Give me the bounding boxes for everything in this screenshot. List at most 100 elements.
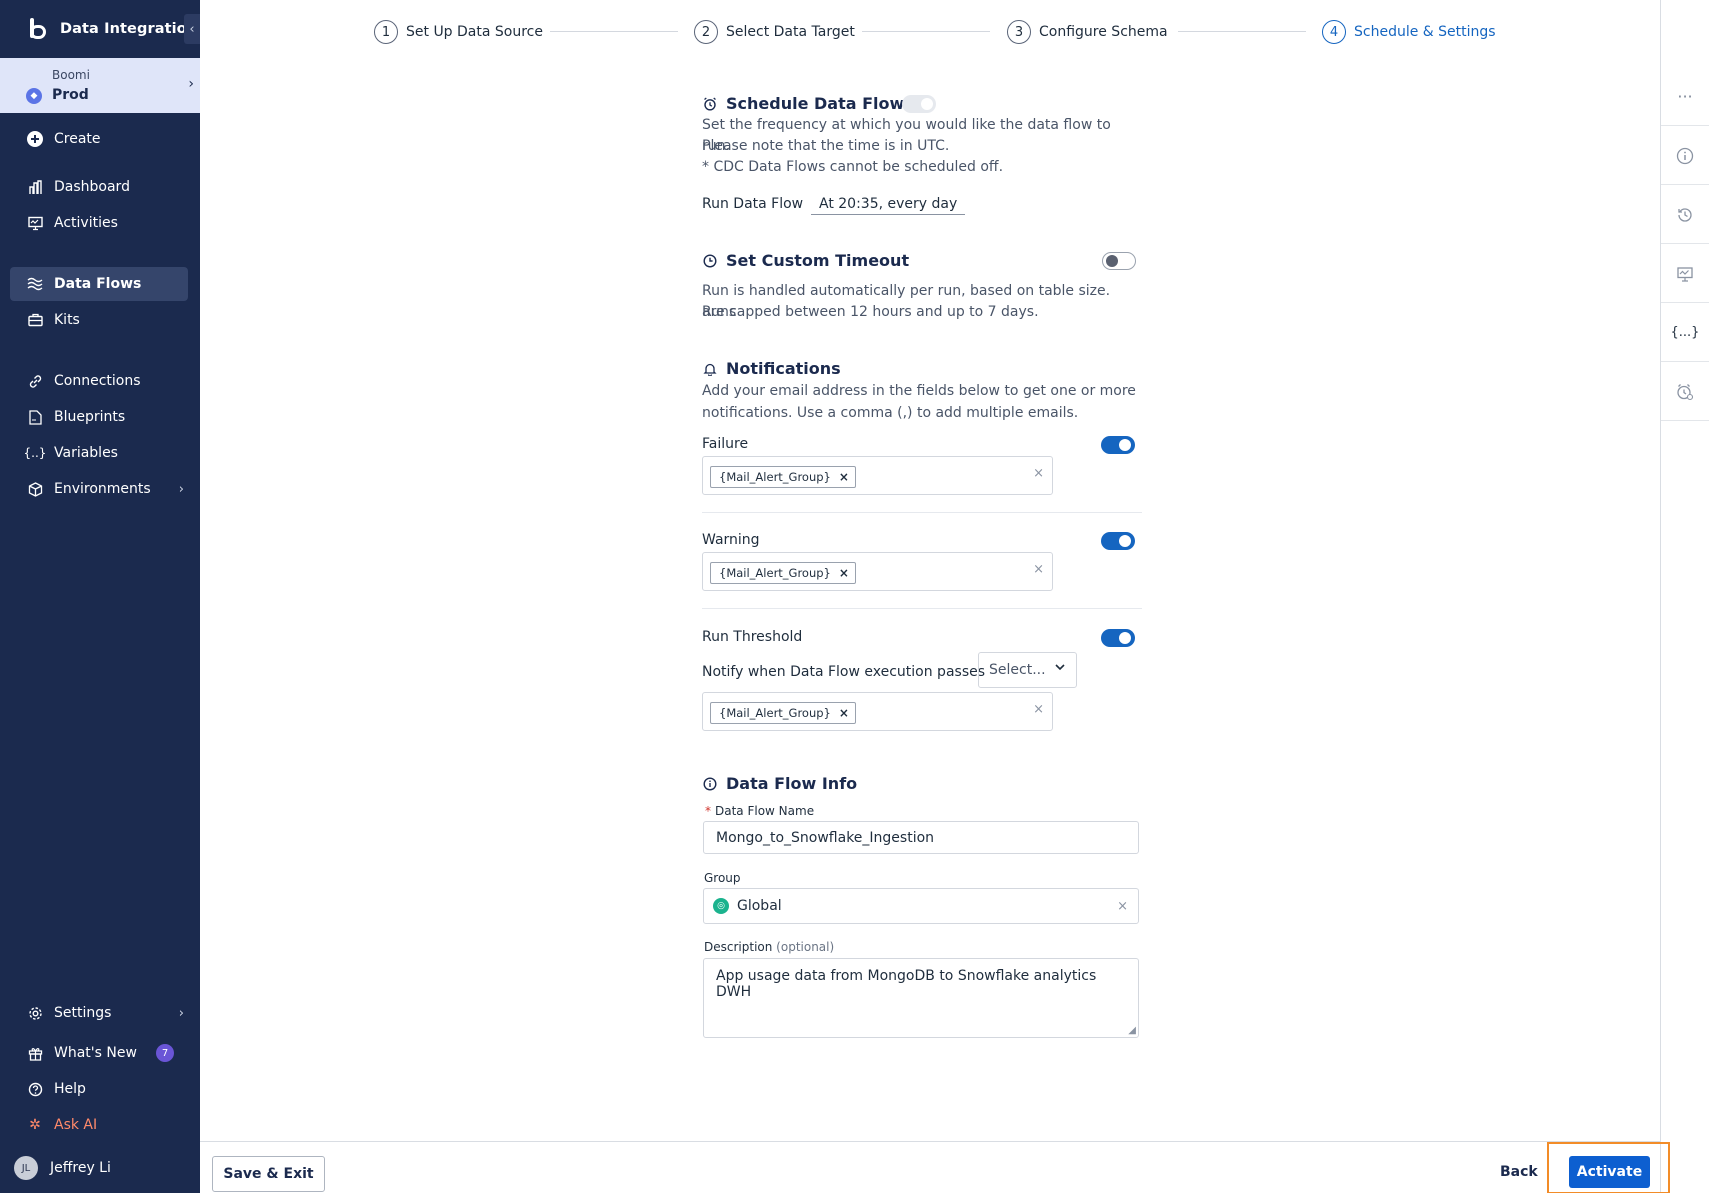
failure-email-input[interactable]: {Mail_Alert_Group} × ×	[702, 456, 1053, 495]
sidebar-item-environments[interactable]: Environments ›	[10, 472, 188, 506]
monitor-icon	[26, 214, 44, 232]
avatar: JL	[14, 1156, 38, 1180]
back-button[interactable]: Back	[1500, 1164, 1538, 1180]
sidebar-item-connections[interactable]: Connections	[10, 364, 188, 398]
user-profile[interactable]: JL Jeffrey Li	[14, 1156, 111, 1180]
step-select-data-target[interactable]: 2 Select Data Target	[694, 20, 855, 44]
divider	[702, 608, 1142, 609]
remove-chip-icon[interactable]: ×	[839, 470, 849, 484]
sidebar-item-activities[interactable]: Activities	[10, 206, 188, 240]
clear-icon[interactable]: ×	[1033, 466, 1044, 481]
clear-icon[interactable]: ×	[1117, 899, 1128, 914]
waves-icon	[26, 275, 44, 293]
threshold-select-value: Select...	[989, 662, 1046, 678]
notifications-desc-1: Add your email address in the fields bel…	[702, 383, 1136, 399]
sidebar-item-ask-ai[interactable]: ✲ Ask AI	[10, 1108, 188, 1142]
step-set-up-data-source[interactable]: 1 Set Up Data Source	[374, 20, 543, 44]
sidebar-item-kits[interactable]: Kits	[10, 303, 188, 337]
save-exit-button[interactable]: Save & Exit	[212, 1156, 325, 1192]
sidebar-item-label: Variables	[54, 445, 118, 461]
data-flow-name-label: * Data Flow Name	[705, 804, 815, 818]
notifications-desc-2: notifications. Use a comma (,) to add mu…	[702, 405, 1079, 421]
sidebar-item-label: Connections	[54, 373, 141, 389]
clear-icon[interactable]: ×	[1033, 702, 1044, 717]
warning-label: Warning	[702, 532, 760, 548]
step-number: 3	[1007, 20, 1031, 44]
create-button[interactable]: Create	[10, 122, 188, 156]
remove-chip-icon[interactable]: ×	[839, 566, 849, 580]
environment-switcher[interactable]: Boomi ◆ Prod ›	[0, 58, 200, 113]
document-icon	[26, 408, 44, 426]
chart-bar-icon	[26, 178, 44, 196]
description-textarea[interactable]: App usage data from MongoDB to Snowflake…	[703, 958, 1139, 1038]
help-icon	[26, 1080, 44, 1098]
sidebar-item-dashboard[interactable]: Dashboard	[10, 170, 188, 204]
activate-button[interactable]: Activate	[1569, 1156, 1650, 1188]
clock-icon	[702, 253, 718, 269]
create-label: Create	[54, 131, 101, 147]
custom-timeout-toggle[interactable]	[1102, 252, 1136, 270]
sidebar-item-label: Ask AI	[54, 1117, 98, 1133]
collapse-sidebar-button[interactable]: ‹	[184, 14, 200, 44]
monitor-icon[interactable]	[1661, 245, 1709, 303]
run-schedule-field[interactable]: At 20:35, every day	[811, 196, 966, 215]
data-flow-name-input[interactable]: Mongo_to_Snowflake_Ingestion	[703, 821, 1139, 854]
threshold-email-input[interactable]: {Mail_Alert_Group} × ×	[702, 692, 1053, 731]
sidebar-item-variables[interactable]: {..} Variables	[10, 436, 188, 470]
info-icon[interactable]	[1661, 127, 1709, 185]
schedule-desc-3: * CDC Data Flows cannot be scheduled off…	[702, 159, 1004, 175]
chevron-right-icon: ›	[178, 1005, 184, 1021]
step-number: 2	[694, 20, 718, 44]
group-select[interactable]: ◎ Global ×	[703, 888, 1139, 924]
sidebar-item-label: What's New	[54, 1045, 137, 1061]
schedule-section-title: Schedule Data Flow	[702, 94, 904, 113]
sidebar-item-label: Blueprints	[54, 409, 126, 425]
sidebar-item-label: Activities	[54, 215, 118, 231]
step-configure-schema[interactable]: 3 Configure Schema	[1007, 20, 1168, 44]
sidebar: Data Integration ‹ Boomi ◆ Prod › Create…	[0, 0, 200, 1193]
plus-circle-icon	[26, 130, 44, 148]
braces-icon[interactable]: {...}	[1661, 304, 1709, 362]
sidebar-item-settings[interactable]: Settings ›	[10, 996, 188, 1030]
footer-bar: Save & Exit Back Activate	[200, 1141, 1670, 1193]
more-icon[interactable]: ···	[1661, 68, 1709, 126]
run-threshold-toggle[interactable]	[1101, 629, 1135, 647]
divider	[702, 512, 1142, 513]
group-value: Global	[737, 898, 782, 914]
description-label: Description (optional)	[704, 940, 835, 954]
failure-toggle[interactable]	[1101, 436, 1135, 454]
email-chip: {Mail_Alert_Group} ×	[710, 562, 856, 584]
boomi-logo-icon	[28, 16, 50, 42]
description-value: App usage data from MongoDB to Snowflake…	[716, 968, 1097, 1000]
email-chip: {Mail_Alert_Group} ×	[710, 702, 856, 724]
sidebar-item-blueprints[interactable]: Blueprints	[10, 400, 188, 434]
resize-handle-icon[interactable]: ◢	[1128, 1025, 1136, 1036]
info-section-title: Data Flow Info	[702, 774, 857, 793]
step-number: 4	[1322, 20, 1346, 44]
warning-toggle[interactable]	[1101, 532, 1135, 550]
sidebar-item-label: Data Flows	[54, 276, 142, 292]
step-label: Schedule & Settings	[1354, 24, 1496, 40]
sidebar-item-help[interactable]: Help	[10, 1072, 188, 1106]
braces-icon: {..}	[23, 446, 47, 460]
notify-when-label: Notify when Data Flow execution passes	[702, 664, 986, 680]
sidebar-item-label: Dashboard	[54, 179, 130, 195]
alarm-icon[interactable]	[1661, 363, 1709, 421]
sparkle-icon: ✲	[29, 1117, 41, 1133]
sidebar-item-label: Help	[54, 1081, 86, 1097]
chip-label: {Mail_Alert_Group}	[719, 470, 831, 484]
threshold-select[interactable]: Select...	[978, 652, 1077, 688]
schedule-toggle[interactable]	[902, 95, 936, 113]
warning-email-input[interactable]: {Mail_Alert_Group} × ×	[702, 552, 1053, 591]
step-schedule-settings[interactable]: 4 Schedule & Settings	[1322, 20, 1496, 44]
sidebar-item-label: Kits	[54, 312, 80, 328]
remove-chip-icon[interactable]: ×	[839, 706, 849, 720]
email-chip: {Mail_Alert_Group} ×	[710, 466, 856, 488]
schedule-title: Schedule Data Flow	[726, 94, 905, 113]
history-icon[interactable]	[1661, 186, 1709, 244]
sidebar-item-data-flows[interactable]: Data Flows	[10, 267, 188, 301]
briefcase-icon	[26, 311, 44, 329]
right-rail: ··· {...}	[1660, 0, 1709, 1193]
sidebar-item-whats-new[interactable]: What's New 7	[10, 1036, 188, 1070]
clear-icon[interactable]: ×	[1033, 562, 1044, 577]
